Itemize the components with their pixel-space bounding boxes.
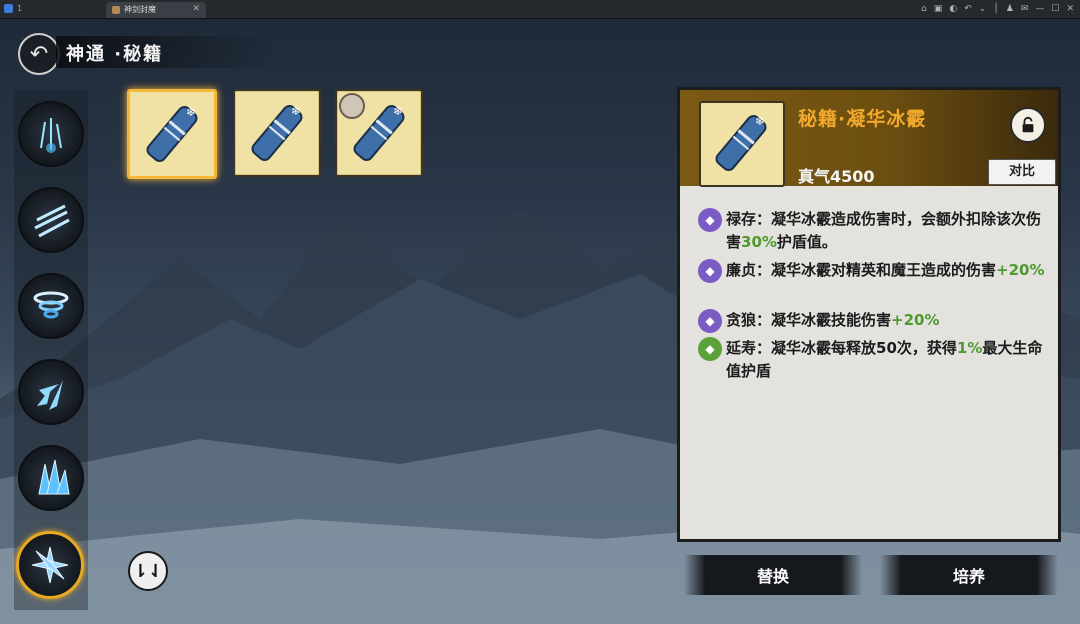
skill-slot-1[interactable] [18, 101, 84, 167]
minimize-icon[interactable]: — [1035, 2, 1044, 16]
svg-text:❄: ❄ [291, 104, 301, 118]
attr-lianzhen: ◆ 廉贞：凝华冰霰对精英和魔王造成的伤害+20% [694, 259, 1054, 283]
skill-slot-5[interactable] [18, 445, 84, 511]
tanlang-icon: ◆ [698, 309, 722, 333]
game-tab[interactable]: 神剑封魔 ✕ [106, 2, 206, 18]
skill-slot-2[interactable] [18, 187, 84, 253]
app-icon [4, 4, 13, 13]
lucun-icon: ◆ [698, 208, 722, 232]
detail-scroll-icon: ❄ [699, 101, 785, 187]
page-title: 神通 ·秘籍 [66, 44, 164, 65]
ice-burst-icon [31, 546, 69, 584]
ice-blade-icon [34, 204, 70, 238]
skill-slot-6[interactable] [16, 531, 84, 599]
attr-text: 贪狼：凝华冰霰技能伤害 [726, 311, 892, 329]
ice-scroll-icon: ❄ [146, 105, 198, 162]
svg-text:❄: ❄ [755, 114, 765, 128]
attr-text: 延寿：凝华冰霰每释放50次，获得 [726, 339, 957, 357]
attr-text: 廉贞：凝华冰霰对精英和魔王造成的伤害 [726, 261, 997, 279]
ice-crystal-icon [38, 459, 70, 495]
ice-whirl-icon [33, 291, 69, 319]
lianzhen-icon: ◆ [698, 259, 722, 283]
scroll-card-3[interactable]: ❄ [335, 89, 423, 177]
ice-scroll-icon: ❄ [715, 114, 767, 171]
chevron-down-icon[interactable]: ⌄ [979, 2, 987, 16]
attr-lucun: ◆ 禄存：凝华冰霰造成伤害时，会额外扣除该次伤害30%护盾值。 [694, 208, 1054, 254]
attr-tanlang: ◆ 贪狼：凝华冰霰技能伤害+20% [694, 309, 1054, 333]
screenshot-icon[interactable]: ▣ [934, 2, 943, 16]
sort-button[interactable]: ⇂⇃ [128, 551, 168, 591]
volume-icon[interactable]: ◐ [949, 2, 957, 16]
scroll-card-2[interactable]: ❄ [233, 89, 321, 177]
divider: │ [993, 4, 999, 14]
attr-yanshou: ◆ 延寿：凝华冰霰每释放50次，获得1%最大生命值护盾 [694, 337, 1054, 383]
compare-button[interactable]: 对比 [988, 159, 1056, 185]
maximize-icon[interactable]: ☐ [1051, 2, 1059, 16]
detail-title: 秘籍·凝华冰霰 [798, 108, 927, 130]
ice-shard-icon [37, 380, 63, 410]
user-icon[interactable]: ♟ [1006, 2, 1014, 16]
cultivate-button[interactable]: 培养 [880, 555, 1058, 595]
yanshou-icon: ◆ [698, 337, 722, 361]
ice-scroll-icon: ❄ [251, 104, 303, 161]
home-icon[interactable]: ⌂ [921, 2, 927, 16]
title-bar: 1 神剑封魔 ✕ ⌂ ▣ ◐ ↶ ⌄ │ ♟ ✉ — ☐ ✕ [0, 0, 1080, 19]
attr-highlight: 30% [741, 233, 777, 251]
undo-icon[interactable]: ↶ [964, 2, 972, 16]
sort-icon: ⇂⇃ [132, 560, 164, 582]
back-button[interactable]: ↶ [18, 33, 60, 75]
home-tab[interactable]: 1 [4, 2, 104, 16]
window-controls: ⌂ ▣ ◐ ↶ ⌄ │ ♟ ✉ — ☐ ✕ [921, 2, 1074, 16]
avatar [339, 93, 365, 119]
detail-panel: ❄ 秘籍·凝华冰霰 真气4500 对比 ◆ 禄存：凝华冰霰造成伤害时，会额外扣除… [677, 87, 1061, 542]
unlock-button[interactable] [1010, 107, 1046, 143]
attr-text: 护盾值。 [776, 233, 837, 251]
attr-highlight: +20% [891, 311, 940, 329]
qi-value: 真气4500 [798, 167, 875, 186]
attr-highlight: 1% [956, 339, 983, 357]
svg-text:❄: ❄ [393, 104, 403, 118]
game-icon [112, 5, 120, 14]
back-arrow-icon: ↶ [29, 41, 49, 67]
scroll-card-1[interactable]: ❄ [127, 89, 217, 179]
attr-highlight: +20% [996, 261, 1045, 279]
close-tab-icon[interactable]: ✕ [192, 2, 200, 17]
game-tab-label: 神剑封魔 [124, 5, 156, 14]
unlock-icon [1022, 116, 1034, 133]
replace-button[interactable]: 替换 [684, 555, 862, 595]
svg-text:❄: ❄ [186, 105, 196, 119]
skill-slot-4[interactable] [18, 359, 84, 425]
ice-spike-icon [40, 118, 62, 153]
close-icon[interactable]: ✕ [1066, 2, 1074, 16]
skill-slot-3[interactable] [18, 273, 84, 339]
home-tab-label: 1 [17, 4, 23, 13]
mail-icon[interactable]: ✉ [1021, 2, 1029, 16]
